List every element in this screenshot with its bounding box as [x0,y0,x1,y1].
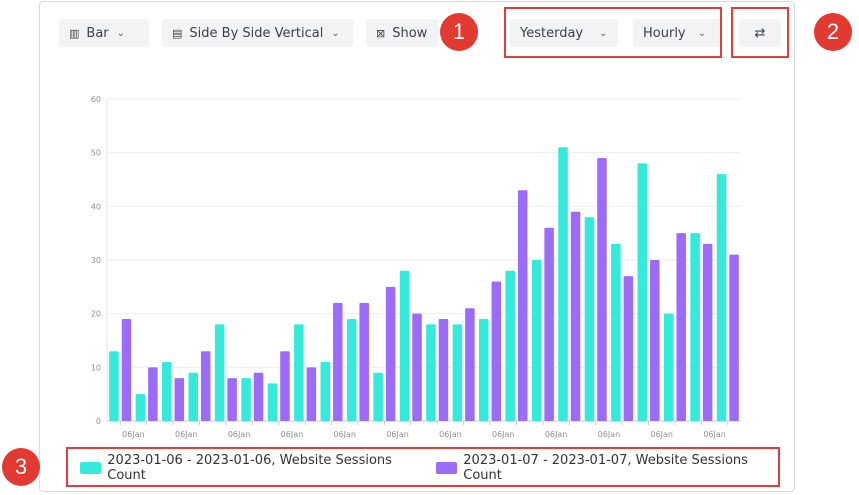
y-tick-label: 50 [91,149,101,158]
bar-series-1 [241,378,251,421]
bar-series-2 [359,302,369,421]
highlight-box-swap [731,7,789,58]
bar-series-2 [227,378,237,421]
bar-series-1 [690,233,700,421]
bar-series-2 [253,372,264,421]
bar-series-2 [174,378,185,421]
bar-series-2 [623,276,634,421]
callout-badge-2: 2 [814,13,852,51]
bar-series-2 [385,286,396,421]
x-tick-label: 06Jan [492,430,515,439]
bar-series-1 [452,324,463,421]
x-tick-label: 06Jan [175,430,198,439]
bar-series-2 [280,351,290,421]
callout-badge-3: 3 [2,448,40,486]
y-tick-label: 0 [96,417,101,426]
bar-series-2 [412,313,422,421]
y-tick-label: 30 [91,256,101,265]
bar-series-2 [729,254,739,421]
bar-series-1 [373,372,383,421]
x-tick-label: 06Jan [703,430,726,439]
bar-series-2 [597,158,607,422]
bar-series-1 [505,270,515,421]
bar-series-2 [438,319,449,421]
y-tick-label: 20 [91,310,101,319]
bar-series-1 [346,319,357,421]
highlight-box-date-controls [504,7,722,58]
x-tick-label: 06Jan [281,430,304,439]
bar-series-2 [491,281,502,421]
x-tick-label: 06Jan [545,430,568,439]
x-tick-label: 06Jan [598,430,621,439]
x-tick-label: 06Jan [333,430,356,439]
x-tick-label: 06Jan [439,430,462,439]
x-tick-label: 06Jan [650,430,673,439]
x-tick-label: 06Jan [122,430,145,439]
highlight-box-legend [66,447,780,487]
bar-series-1 [716,174,727,421]
bar-series-1 [214,324,225,421]
bar-series-1 [611,243,621,421]
bar-series-2 [676,233,686,421]
bar-series-1 [479,319,489,421]
y-tick-label: 10 [91,363,101,372]
bar-series-2 [465,308,475,421]
bar-series-2 [200,351,211,421]
bar-series-2 [148,367,158,421]
bar-series-1 [584,217,595,421]
bar-series-1 [558,147,568,422]
bar-series-1 [188,372,198,421]
bar-series-1 [320,361,331,421]
bar-series-2 [650,260,660,421]
bar-series-2 [570,211,581,421]
bar-series-1 [531,260,542,421]
y-tick-label: 60 [91,95,101,104]
bar-series-2 [333,302,343,421]
bar-series-2 [517,190,528,421]
bar-series-2 [121,319,132,421]
bar-series-1 [426,324,436,421]
bar-series-2 [306,367,317,421]
x-tick-label: 06Jan [386,430,409,439]
callout-badge-1: 1 [440,13,478,51]
bar-series-1 [637,163,648,421]
bar-series-1 [663,313,674,421]
bar-series-2 [544,227,554,421]
bar-chart: 0 10 20 30 40 50 60 06Jan 06Jan 06Jan 06Jan 06Jan 06… [91,95,741,439]
bar-series-2 [702,243,713,421]
bar-series-1 [109,351,119,421]
bar-series-1 [294,324,304,421]
bar-series-1 [399,270,410,421]
bar-series-1 [162,361,172,421]
bar-series-1 [135,394,146,421]
bar-series-1 [267,383,278,421]
y-tick-label: 40 [91,202,101,211]
x-tick-label: 06Jan [228,430,251,439]
